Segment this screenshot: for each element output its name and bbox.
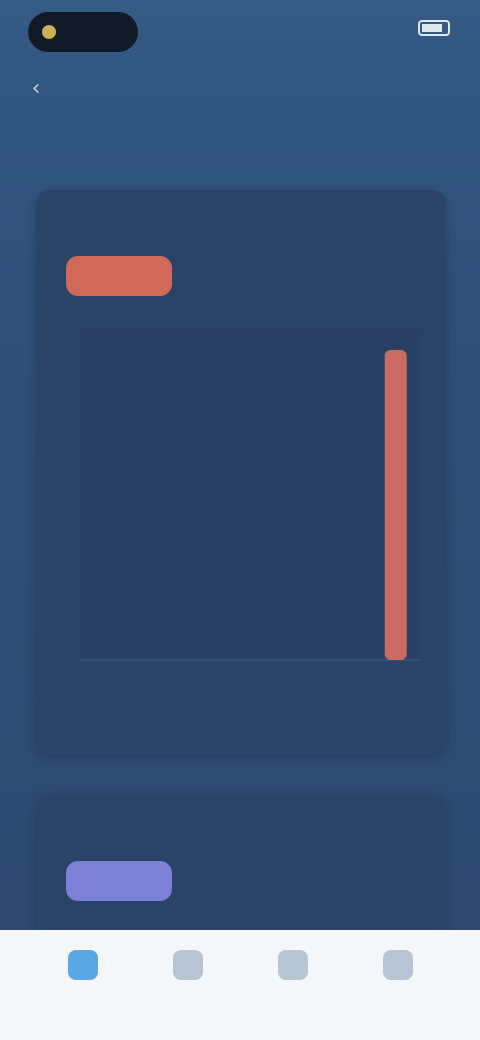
chart-tab-3[interactable] [308,256,408,296]
calendar-icon [277,950,308,980]
second-card [36,795,446,930]
chart-tab-1[interactable] [66,256,172,296]
nav-item-calendar[interactable] [258,950,328,1040]
second-tab-3[interactable] [308,861,408,901]
nav-item-chart[interactable] [153,950,223,1040]
nav-item-profile[interactable] [363,950,433,1040]
second-card-tabs [66,861,408,901]
second-tab-1[interactable] [66,861,172,901]
plot-area [80,330,420,660]
profile-icon [382,950,413,980]
chevron-left-icon: ‹ [31,75,41,101]
header: ‹ [0,64,480,112]
chart-card-tabs [66,256,408,296]
back-button[interactable]: ‹ [20,72,52,104]
chart-bar[interactable] [384,350,407,660]
app-screen: ‹ [0,0,480,930]
home-icon [67,950,98,980]
chart-card [36,190,446,755]
nav-item-home[interactable] [48,950,118,1040]
second-tab-2[interactable] [190,861,290,901]
status-indicators [412,20,450,36]
bar-chart-svg [80,330,420,661]
bar-chart [60,320,430,740]
chart-icon [172,950,203,980]
battery-icon [418,20,450,36]
bottom-nav [0,930,480,1040]
status-dot-icon [42,25,56,39]
status-bar [0,0,480,64]
chart-tab-2[interactable] [190,256,290,296]
status-time-pill [28,12,138,52]
